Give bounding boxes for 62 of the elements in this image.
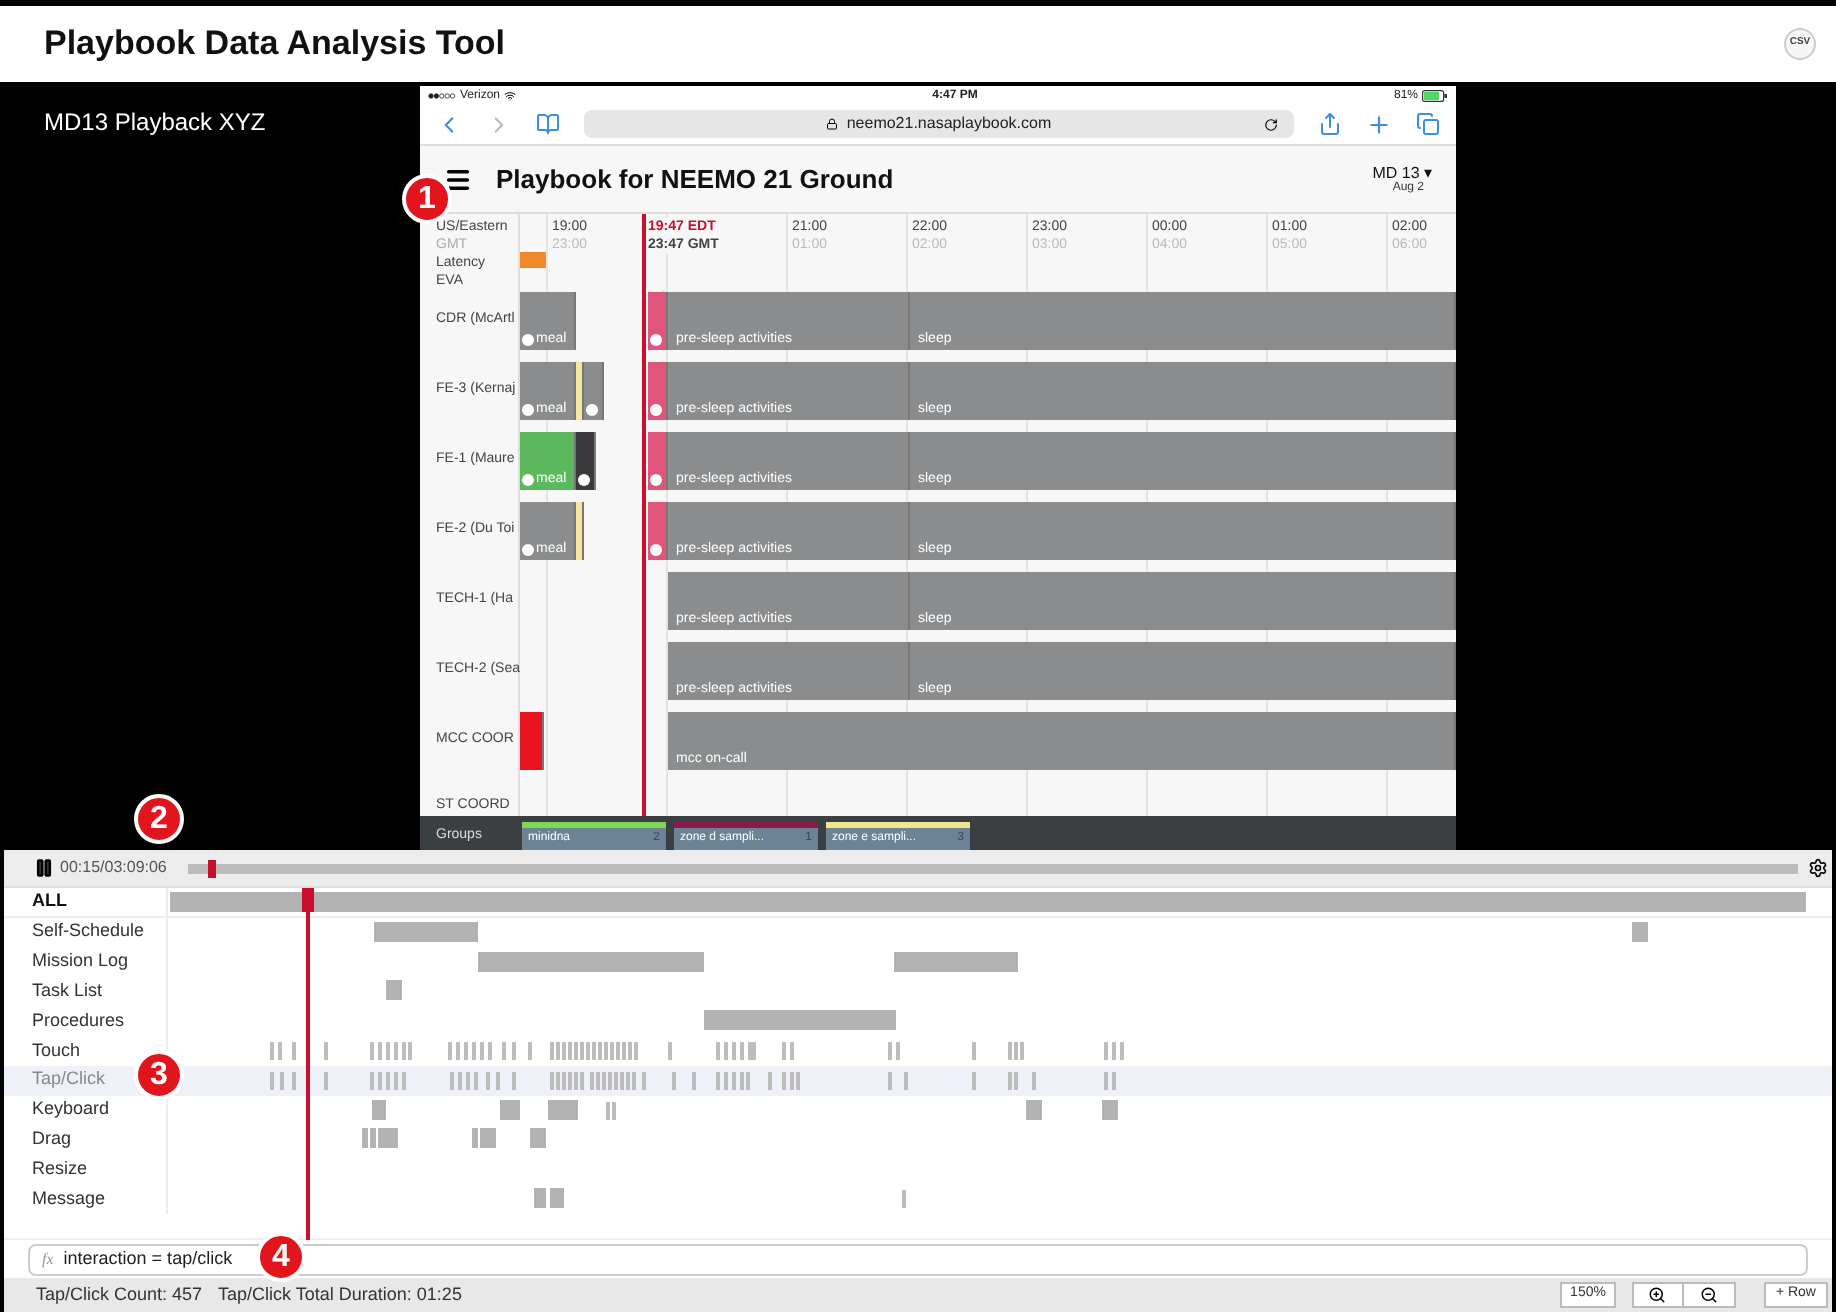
menu-icon[interactable]: [444, 165, 472, 193]
row-label[interactable]: Keyboard: [32, 1096, 110, 1124]
marker-icon: [650, 474, 662, 486]
marker-icon: [522, 404, 534, 416]
tabs-icon[interactable]: [1416, 112, 1440, 136]
event-mark: [548, 1099, 578, 1120]
event-mark: [550, 1187, 564, 1208]
event-mark: [500, 1099, 520, 1120]
zoom-out-icon: [1699, 1286, 1718, 1304]
event-mark: [534, 1187, 546, 1208]
event-mark: [386, 980, 402, 1001]
page-title: Playbook for NEEMO 21 Ground: [496, 161, 896, 198]
marker-icon: [586, 404, 598, 416]
row-label[interactable]: ALL: [32, 888, 67, 916]
row-label[interactable]: Self-Schedule: [32, 918, 145, 946]
event-mark: [1632, 921, 1648, 942]
row-label[interactable]: Task List: [32, 978, 103, 1006]
latency-bar: [520, 252, 546, 268]
reload-icon[interactable]: [1264, 117, 1278, 131]
playback-time: 00:15/03:09:06: [60, 856, 169, 880]
row-label[interactable]: Message: [32, 1185, 106, 1213]
url-field[interactable]: neemo21.nasaplaybook.com: [584, 110, 1294, 138]
playback-thumb[interactable]: [208, 859, 217, 877]
activity-block[interactable]: [576, 432, 596, 490]
marker-icon: [522, 334, 534, 346]
event-mark: [1102, 1099, 1118, 1120]
share-icon[interactable]: [1318, 112, 1342, 136]
battery-icon: [1422, 89, 1448, 101]
session-label: MD13 Playback XYZ: [44, 108, 266, 136]
signal-icon: [428, 91, 456, 99]
zoom-out-button[interactable]: [1683, 1282, 1736, 1308]
marker-icon: [578, 474, 590, 486]
app-title: Playbook Data Analysis Tool: [44, 22, 506, 67]
wifi-icon: [504, 89, 517, 101]
row-label[interactable]: Mission Log: [32, 948, 129, 976]
row-label[interactable]: Touch: [32, 1037, 81, 1065]
playhead[interactable]: [306, 888, 311, 1240]
plus-icon[interactable]: [1366, 111, 1392, 137]
event-mark: [1026, 1099, 1042, 1120]
pause-icon[interactable]: [34, 858, 54, 878]
book-icon[interactable]: [536, 112, 560, 136]
lock-icon: [826, 118, 839, 130]
marker-icon: [650, 404, 662, 416]
zoom-in-button[interactable]: [1631, 1282, 1684, 1308]
duration-label: Tap/Click Total Duration: 01:25: [218, 1281, 464, 1308]
playback-track[interactable]: [188, 863, 1798, 873]
event-mark: [374, 921, 478, 942]
event-mark: [902, 1189, 905, 1208]
marker-icon: [650, 334, 662, 346]
count-label: Tap/Click Count: 457: [36, 1281, 203, 1308]
marker-icon: [522, 474, 534, 486]
zoom-in-icon: [1648, 1286, 1667, 1304]
marker-icon: [650, 544, 662, 556]
marker-icon: [522, 544, 534, 556]
event-mark: [372, 1099, 386, 1120]
event-mark: [530, 1128, 546, 1149]
settings-icon[interactable]: [1808, 858, 1828, 878]
row-label[interactable]: Procedures: [32, 1007, 125, 1035]
event-mark: [894, 951, 1018, 972]
day-selector[interactable]: MD 13 ▾: [1372, 165, 1432, 181]
row-label[interactable]: Resize: [32, 1155, 88, 1183]
row-label[interactable]: Drag: [32, 1126, 72, 1154]
